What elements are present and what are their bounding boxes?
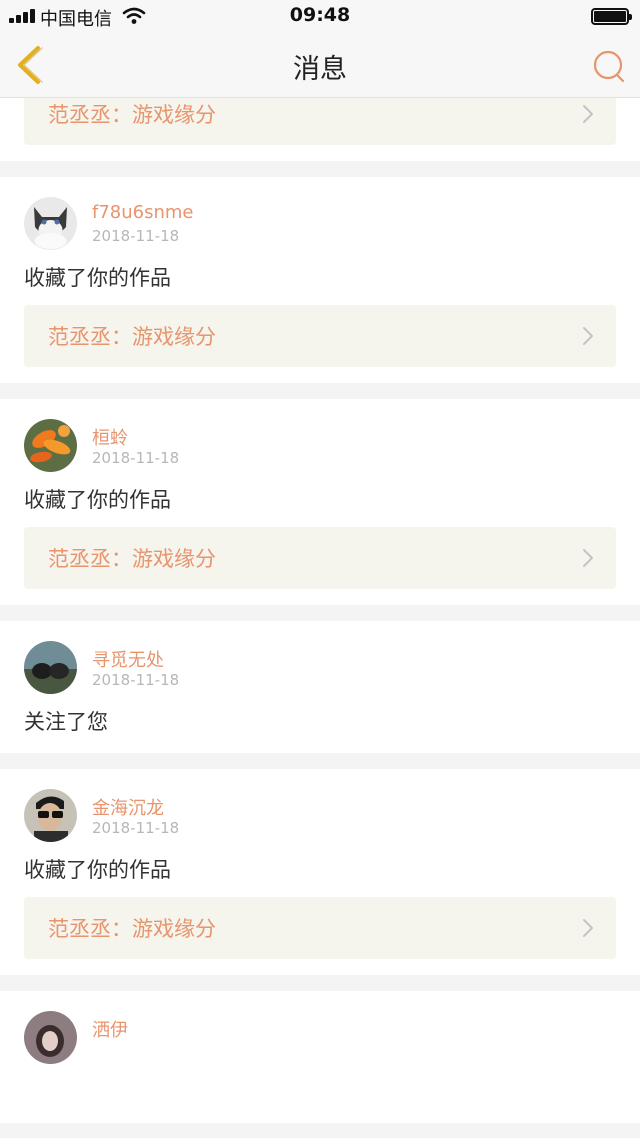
notification-card[interactable]: 好书就看啊 2018-12-02 收藏了你的作品 范丞丞：游戏缘分 <box>0 98 640 161</box>
work-link[interactable]: 范丞丞：游戏缘分 <box>24 527 616 589</box>
work-title: 范丞丞：游戏缘分 <box>48 547 216 571</box>
notification-card[interactable]: 洒伊 <box>0 991 640 1123</box>
battery-icon <box>591 8 632 25</box>
work-title: 范丞丞：游戏缘分 <box>48 325 216 349</box>
notification-date: 2018-11-18 <box>92 671 180 689</box>
work-link[interactable]: 范丞丞：游戏缘分 <box>24 897 616 959</box>
avatar-hands[interactable] <box>24 641 77 694</box>
action-text <box>24 1077 616 1107</box>
chevron-right-icon <box>583 105 593 123</box>
avatar-partial[interactable] <box>24 1011 77 1064</box>
work-title: 范丞丞：游戏缘分 <box>48 103 216 127</box>
notification-date: 2018-11-18 <box>92 449 180 467</box>
notification-card[interactable]: f78u6snme 2018-11-18 收藏了你的作品 范丞丞：游戏缘分 <box>0 177 640 383</box>
username-link[interactable]: f78u6snme <box>92 202 194 223</box>
action-text: 收藏了你的作品 <box>24 858 171 882</box>
notification-card[interactable]: 桓蛉 2018-11-18 收藏了你的作品 范丞丞：游戏缘分 <box>0 399 640 605</box>
username-link[interactable]: 金海沉龙 <box>92 794 164 820</box>
work-title: 范丞丞：游戏缘分 <box>48 917 216 941</box>
action-text: 关注了您 <box>24 710 108 734</box>
username-link[interactable]: 桓蛉 <box>92 424 128 450</box>
page-title: 消息 <box>293 54 347 85</box>
action-text: 收藏了你的作品 <box>24 488 171 512</box>
notification-card[interactable]: 寻觅无处 2018-11-18 关注了您 <box>0 621 640 753</box>
search-icon[interactable] <box>590 47 628 85</box>
notification-date: 2018-11-18 <box>92 819 180 837</box>
chevron-right-icon <box>583 327 593 345</box>
notification-date: 2018-11-18 <box>92 227 180 245</box>
work-link[interactable]: 范丞丞：游戏缘分 <box>24 305 616 367</box>
notification-card[interactable]: 金海沉龙 2018-11-18 收藏了你的作品 范丞丞：游戏缘分 <box>0 769 640 975</box>
chevron-right-icon <box>583 919 593 937</box>
avatar-cat[interactable] <box>24 197 77 250</box>
action-text: 收藏了你的作品 <box>24 266 171 290</box>
username-link[interactable]: 洒伊 <box>92 1016 128 1042</box>
status-bar: 中国电信 09:48 <box>0 0 640 32</box>
avatar-orange-flowers[interactable] <box>24 419 77 472</box>
nav-bar: 消息 <box>0 32 640 98</box>
clock: 09:48 <box>289 4 351 26</box>
avatar-sunglasses[interactable] <box>24 789 77 842</box>
username-link[interactable]: 寻觅无处 <box>92 646 164 672</box>
work-link[interactable]: 范丞丞：游戏缘分 <box>24 98 616 145</box>
chevron-right-icon <box>583 549 593 567</box>
notification-list[interactable]: 好书就看啊 2018-12-02 收藏了你的作品 范丞丞：游戏缘分 f78u6s… <box>0 98 640 1138</box>
